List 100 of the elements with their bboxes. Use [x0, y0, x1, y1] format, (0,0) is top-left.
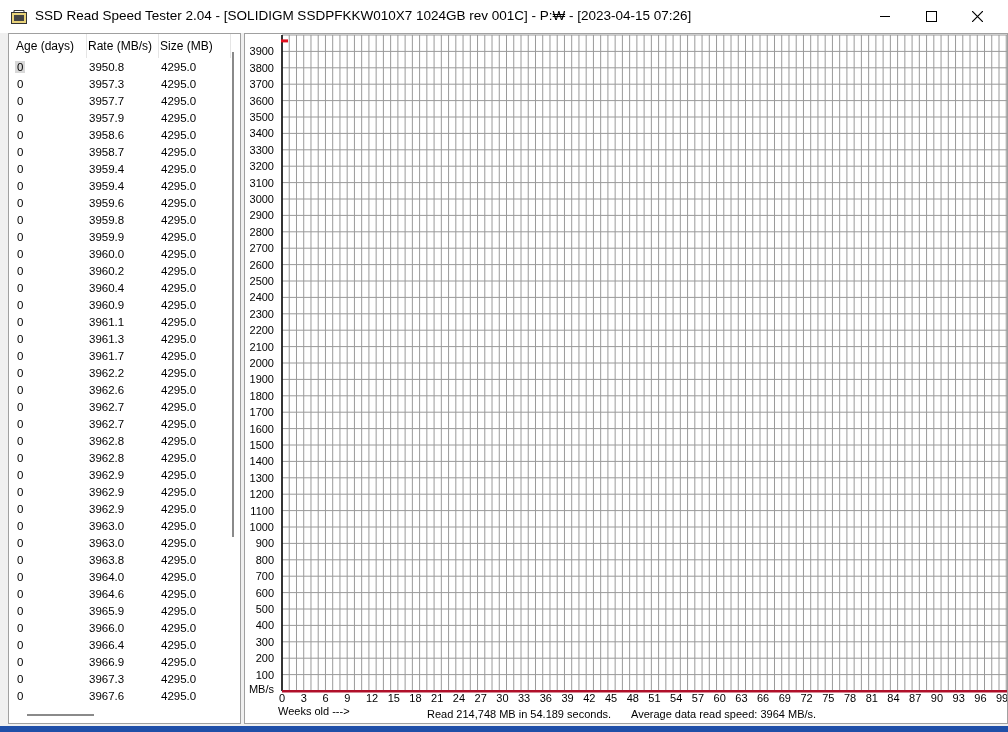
y-tick-label: 1000 [249, 521, 274, 533]
y-tick-label: 3400 [249, 127, 274, 140]
table-cell-text: 0 [16, 298, 25, 311]
table-cell-text: 3959.6 [88, 196, 126, 209]
table-cell-text: 0 [16, 111, 25, 124]
x-tick-label: 66 [757, 692, 770, 704]
table-cell-text: 4295.0 [160, 400, 198, 413]
table-cell-text: 0 [16, 502, 25, 515]
horizontal-scrollbar-thumb[interactable] [27, 714, 94, 716]
table-cell-text: 3959.8 [88, 213, 126, 226]
minimize-icon [880, 16, 890, 17]
y-tick-label: 1500 [249, 439, 274, 451]
table-cell-text: 3962.2 [88, 366, 126, 379]
y-tick-label: 3500 [249, 111, 274, 123]
table-cell-text: 0 [16, 366, 25, 379]
table-cell-text: 0 [16, 655, 25, 668]
x-tick-label: 33 [518, 692, 531, 704]
table-cell-text: 0 [16, 128, 25, 141]
table-cell-text: 4295.0 [160, 553, 198, 566]
table-cell-text: 4295.0 [160, 213, 198, 226]
table-cell-text: 3961.3 [88, 332, 126, 345]
x-tick-label: 90 [930, 692, 944, 704]
x-tick-label: 63 [735, 692, 748, 704]
table-cell-text: 3958.7 [88, 145, 126, 158]
table-cell-text: 3962.9 [88, 468, 126, 481]
table-cell-text: 3960.9 [88, 298, 126, 311]
table-cell-text: 4295.0 [160, 366, 198, 379]
x-tick-label: 75 [822, 692, 835, 704]
table-cell-text: 3963.0 [88, 519, 126, 532]
y-tick-label: 2800 [249, 225, 274, 238]
column-header[interactable]: Rate (MB/s) [87, 34, 159, 58]
vertical-scrollbar-thumb[interactable] [232, 52, 234, 537]
x-tick-label: 24 [452, 692, 466, 704]
table-cell-text: 4295.0 [160, 468, 198, 481]
y-tick-label: 1100 [250, 504, 274, 517]
table-cell-text: 3966.9 [88, 655, 126, 668]
y-axis-label: MB/s [248, 683, 274, 695]
table-cell-text: 0 [16, 281, 25, 294]
table-cell-text: 0 [16, 94, 25, 107]
table-cell-text: 4295.0 [160, 298, 198, 311]
table-cell-text: 0 [16, 383, 25, 396]
x-tick-label: 99 [996, 692, 1007, 704]
x-tick-label: 36 [539, 692, 552, 704]
y-tick-label: 1600 [249, 422, 274, 435]
table-cell-text: 3962.8 [88, 434, 126, 447]
table-cell-text: 3964.6 [88, 587, 126, 600]
table-cell-text: 4295.0 [160, 383, 198, 396]
y-tick-label: 1300 [249, 471, 274, 484]
table-cell-text: 0 [16, 417, 25, 430]
table-cell-text: 0 [16, 587, 25, 600]
x-tick-label: 84 [887, 692, 900, 704]
table-cell-text: 3966.4 [88, 638, 126, 651]
table-cell-text: 0 [16, 247, 25, 260]
y-tick-label: 2600 [249, 258, 274, 271]
maximize-icon [925, 11, 937, 22]
x-axis-label: Weeks old ---> [278, 705, 350, 717]
table-cell-text: 4295.0 [160, 485, 198, 498]
column-header[interactable]: Age (days) [15, 34, 87, 58]
status-text: Read 214,748 MB in 54.189 seconds. [427, 708, 612, 720]
close-icon [971, 11, 983, 22]
status-text: Average data read speed: 3964 MB/s. [631, 708, 817, 720]
y-tick-label: 3300 [249, 143, 274, 156]
table-cell-text: 3959.4 [88, 162, 126, 175]
y-tick-label: 1200 [249, 488, 274, 501]
table-cell-text: 0 [16, 570, 25, 583]
table-cell-text: 0 [16, 621, 25, 634]
table-cell-text: 4295.0 [160, 230, 198, 243]
table-cell-text: 0 [16, 264, 25, 277]
table-cell-text: 0 [16, 332, 25, 345]
x-tick-label: 18 [409, 692, 422, 704]
table-cell-text: 3964.0 [88, 570, 126, 583]
table-cell-text: 0 [16, 536, 25, 549]
drive-icon [11, 9, 27, 24]
y-tick-label: 500 [255, 603, 274, 615]
table-cell-text: 3958.6 [88, 128, 126, 141]
y-tick-label: 2400 [249, 291, 274, 304]
y-tick-label: 3900 [249, 45, 274, 58]
y-tick-label: 200 [255, 652, 274, 665]
table-cell-text: 0 [16, 451, 25, 464]
x-tick-label: 69 [778, 692, 791, 704]
table-cell: 0 [15, 60, 26, 73]
table-cell-text: 0 [16, 196, 25, 209]
y-tick-label: 2900 [249, 209, 274, 222]
table-cell-text: 3963.0 [88, 536, 126, 549]
table-cell-text: 4295.0 [160, 638, 198, 651]
y-tick-label: 2200 [249, 324, 274, 337]
table-cell-text: 4295.0 [160, 196, 198, 209]
x-tick-label: 15 [387, 692, 400, 704]
table-cell-text: 0 [16, 400, 25, 413]
table-cell-text: 3959.9 [88, 230, 126, 243]
y-tick-label: 2300 [249, 307, 274, 320]
column-header[interactable]: Size (MB) [159, 34, 231, 58]
table-cell-text: 4295.0 [160, 451, 198, 464]
y-tick-label: 1700 [249, 406, 274, 419]
y-tick-label: 600 [255, 586, 274, 599]
table-cell-text: 4295.0 [160, 77, 198, 90]
table-cell-text: 0 [16, 689, 25, 702]
x-tick-label: 72 [800, 692, 813, 704]
table-cell-text: 4295.0 [160, 60, 198, 73]
y-tick-label: 2000 [249, 357, 274, 369]
